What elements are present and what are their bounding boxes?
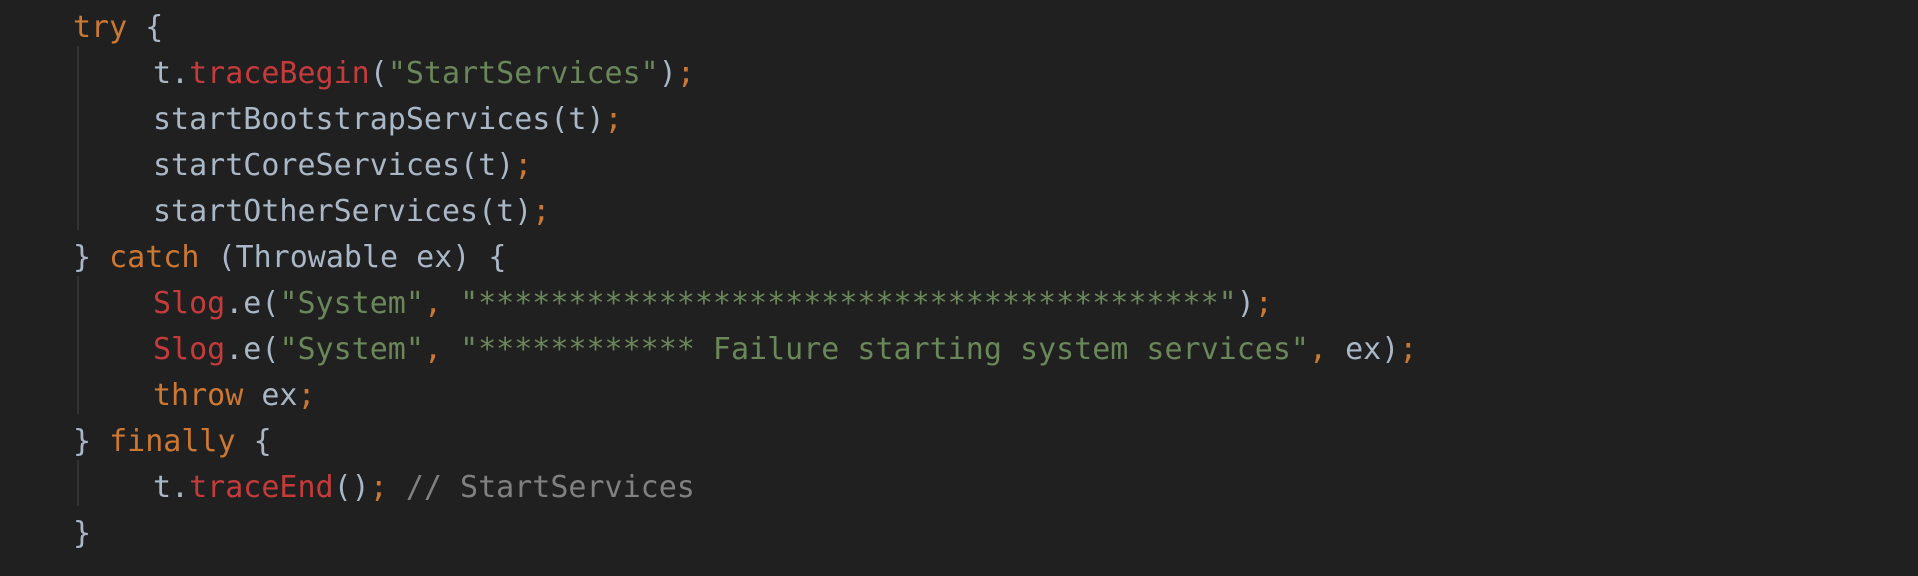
close-brace: }	[73, 424, 110, 459]
semicolon: ;	[604, 102, 623, 137]
code-line-11[interactable]: t.traceEnd(); // StartServices	[73, 465, 695, 511]
comma: ,	[423, 286, 461, 321]
line-comment: // StartServices	[387, 470, 695, 505]
semicolon: ;	[676, 56, 695, 91]
argument-ex: ex	[243, 378, 298, 413]
code-line-10[interactable]: } finally {	[73, 419, 272, 465]
semicolon: ;	[369, 470, 388, 505]
semicolon: ;	[514, 148, 533, 183]
code-line-7[interactable]: Slog.e("System", "**********************…	[73, 281, 1273, 327]
keyword-throw: throw	[153, 378, 244, 413]
code-line-2[interactable]: t.traceBegin("StartServices");	[73, 51, 695, 97]
keyword-catch: catch	[109, 240, 200, 275]
code-line-6[interactable]: } catch (Throwable ex) {	[73, 235, 506, 281]
close-brace: }	[73, 240, 110, 275]
parens: ()	[333, 470, 370, 505]
open-brace: {	[235, 424, 272, 459]
method-call: startBootstrapServices(t)	[153, 102, 605, 137]
semicolon: ;	[1399, 332, 1418, 367]
string-literal: "StartServices"	[387, 56, 659, 91]
string-literal: "***************************************…	[460, 286, 1237, 321]
open-paren: (	[369, 56, 388, 91]
method-trace-end: traceEnd	[189, 470, 334, 505]
method-e: .e(	[225, 332, 280, 367]
string-literal: "System"	[279, 332, 424, 367]
trace-object: t.	[153, 470, 190, 505]
code-line-5[interactable]: startOtherServices(t);	[73, 189, 550, 235]
semicolon: ;	[297, 378, 316, 413]
catch-params: (Throwable ex) {	[199, 240, 507, 275]
method-trace-begin: traceBegin	[189, 56, 370, 91]
method-call: startCoreServices(t)	[153, 148, 515, 183]
close-paren: )	[1236, 286, 1255, 321]
class-slog: Slog	[153, 286, 226, 321]
code-line-12[interactable]: }	[73, 511, 91, 557]
code-line-1[interactable]: try {	[73, 5, 163, 51]
open-brace: {	[127, 10, 164, 45]
argument-ex: ex	[1345, 332, 1382, 367]
comma: ,	[1308, 332, 1346, 367]
comma: ,	[423, 332, 461, 367]
trace-object: t.	[153, 56, 190, 91]
code-line-3[interactable]: startBootstrapServices(t);	[73, 97, 623, 143]
code-editor[interactable]: try { t.traceBegin("StartServices"); sta…	[0, 0, 1918, 576]
semicolon: ;	[532, 194, 551, 229]
method-call: startOtherServices(t)	[153, 194, 533, 229]
semicolon: ;	[1254, 286, 1273, 321]
string-literal: "System"	[279, 286, 424, 321]
class-slog: Slog	[153, 332, 226, 367]
close-paren: )	[1381, 332, 1400, 367]
close-brace: }	[73, 516, 92, 551]
string-literal: "************ Failure starting system se…	[460, 332, 1309, 367]
close-paren: )	[658, 56, 677, 91]
code-line-9[interactable]: throw ex;	[73, 373, 316, 419]
keyword-try: try	[73, 10, 128, 45]
keyword-finally: finally	[109, 424, 236, 459]
method-e: .e(	[225, 286, 280, 321]
code-line-8[interactable]: Slog.e("System", "************ Failure s…	[73, 327, 1417, 373]
code-line-4[interactable]: startCoreServices(t);	[73, 143, 532, 189]
